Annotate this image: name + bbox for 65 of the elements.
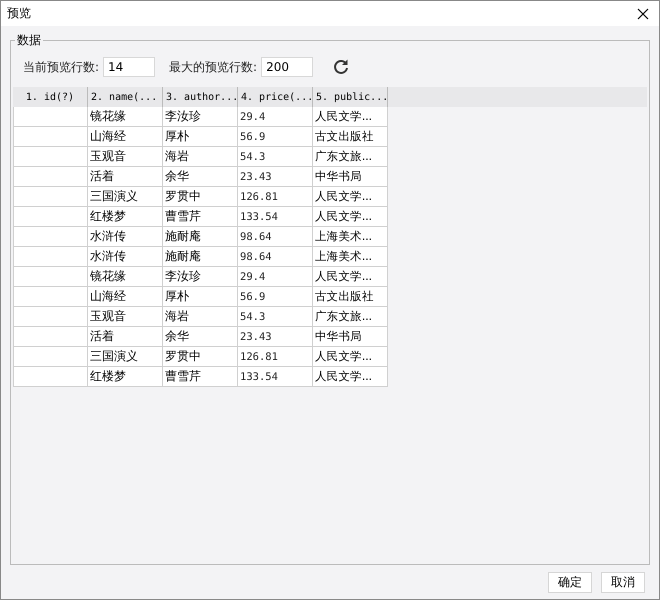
table-cell: 曹雪芹 (163, 367, 238, 387)
number-field[interactable]: 14 (103, 57, 156, 77)
table-cell: 56.9 (238, 127, 313, 147)
table-cell: 29.4 (238, 107, 313, 127)
group-title: 数据 (16, 32, 42, 49)
table-cell: 施耐庵 (163, 227, 238, 247)
table-cell: 李汝珍 (163, 107, 238, 127)
table-cell: 古文出版社 (313, 287, 388, 307)
table-cell: 人民文学... (313, 267, 388, 287)
table-cell: 三国演义 (88, 347, 163, 367)
table-cell: 红楼梦 (88, 367, 163, 387)
table-cell: 活着 (88, 167, 163, 187)
field-label: 最大的预览行数: (169, 58, 258, 76)
table-cell: 人民文学... (313, 207, 388, 227)
table-cell: 人民文学... (313, 347, 388, 367)
ok-button[interactable]: 确定 (548, 572, 592, 593)
table-cell: 上海美术... (313, 247, 388, 267)
table-cell: 余华 (163, 167, 238, 187)
table-cell: 海岩 (163, 307, 238, 327)
table-cell: 133.54 (238, 207, 313, 227)
table-cell: 广东文旅... (313, 307, 388, 327)
table-cell: 水浒传 (88, 227, 163, 247)
table-cell: 126.81 (238, 187, 313, 207)
table-cell: 广东文旅... (313, 147, 388, 167)
table-cell: 98.64 (238, 227, 313, 247)
cancel-button[interactable]: 取消 (601, 572, 645, 593)
table-cell: 人民文学... (313, 367, 388, 387)
table-cell: 古文出版社 (313, 127, 388, 147)
table-cell: 镜花缘 (88, 107, 163, 127)
table-cell: 水浒传 (88, 247, 163, 267)
table-cell: 罗贯中 (163, 347, 238, 367)
table-cell: 29.4 (238, 267, 313, 287)
table-cell: 126.81 (238, 347, 313, 367)
table-cell: 98.64 (238, 247, 313, 267)
table-cell: 23.43 (238, 167, 313, 187)
table-cell: 李汝珍 (163, 267, 238, 287)
table-cell: 133.54 (238, 367, 313, 387)
table-cell: 人民文学... (313, 107, 388, 127)
table-cell: 罗贯中 (163, 187, 238, 207)
table-cell: 海岩 (163, 147, 238, 167)
table-cell: 山海经 (88, 127, 163, 147)
number-field[interactable]: 200 (261, 57, 314, 77)
window-title: 预览 (7, 5, 31, 22)
table-cell: 人民文学... (313, 187, 388, 207)
table-cell: 54.3 (238, 147, 313, 167)
table-cell: 镜花缘 (88, 267, 163, 287)
table-cell: 中华书局 (313, 327, 388, 347)
table-cell: 玉观音 (88, 307, 163, 327)
table-cell: 红楼梦 (88, 207, 163, 227)
table-cell: 54.3 (238, 307, 313, 327)
table-cell: 上海美术... (313, 227, 388, 247)
close-icon (637, 8, 649, 20)
table-cell: 山海经 (88, 287, 163, 307)
table-cell: 中华书局 (313, 167, 388, 187)
table-cell: 余华 (163, 327, 238, 347)
table-cell: 厚朴 (163, 287, 238, 307)
table-cell: 厚朴 (163, 127, 238, 147)
table-cell: 56.9 (238, 287, 313, 307)
table-cell: 活着 (88, 327, 163, 347)
table-cell: 施耐庵 (163, 247, 238, 267)
table-cell: 23.43 (238, 327, 313, 347)
field-label: 当前预览行数: (23, 58, 100, 76)
table-cell: 三国演义 (88, 187, 163, 207)
table-cell: 玉观音 (88, 147, 163, 167)
table-cell: 曹雪芹 (163, 207, 238, 227)
